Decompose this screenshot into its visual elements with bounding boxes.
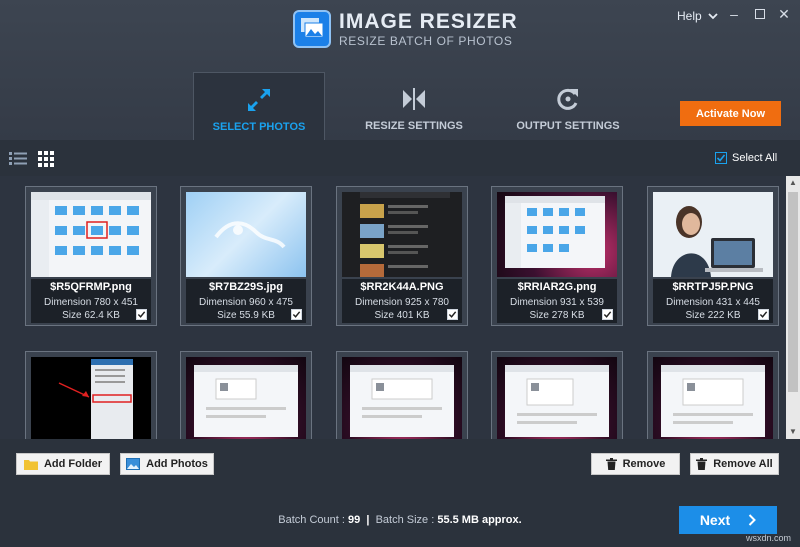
app-subtitle: RESIZE BATCH OF PHOTOS (339, 34, 513, 48)
resize-arrows-icon (403, 88, 425, 110)
chevron-right-icon (748, 514, 757, 526)
expand-arrows-icon (248, 89, 270, 111)
photo-dimension: Dimension 931 x 539 (510, 297, 604, 308)
photo-thumbnail (31, 192, 151, 277)
add-photos-label: Add Photos (146, 458, 208, 470)
photo-thumbnail (342, 192, 462, 277)
photo-dimension: Dimension 960 x 475 (199, 297, 293, 308)
refresh-settings-icon (557, 88, 578, 110)
help-menu[interactable]: Help (677, 9, 718, 23)
photo-dimension: Dimension 925 x 780 (355, 297, 449, 308)
maximize-icon[interactable] (750, 6, 770, 22)
activate-now-button[interactable]: Activate Now (680, 101, 781, 126)
view-toolbar (0, 140, 800, 176)
add-folder-button[interactable]: Add Folder (16, 453, 110, 475)
list-view-icon[interactable] (9, 152, 27, 165)
app-title: IMAGE RESIZER (339, 10, 518, 33)
photo-checkbox[interactable] (136, 309, 147, 320)
photo-filename: $RRIAR2G.png (517, 281, 597, 293)
photo-size: Size 222 KB (685, 310, 741, 321)
photo-thumbnail (497, 357, 617, 439)
photo-card[interactable] (25, 351, 157, 439)
scroll-down-icon[interactable]: ▼ (786, 425, 800, 439)
photo-caption: $R5QFRMP.png Dimension 780 x 451 Size 62… (31, 279, 151, 323)
remove-all-button[interactable]: Remove All (690, 453, 779, 475)
next-label: Next (699, 512, 731, 528)
batch-size-value: 55.5 MB approx. (437, 514, 522, 526)
add-photos-button[interactable]: Add Photos (120, 453, 214, 475)
batch-size-label: Batch Size : (375, 514, 435, 526)
photo-caption: $RR2K44A.PNG Dimension 925 x 780 Size 40… (342, 279, 462, 323)
photo-card[interactable]: $RRTPJ5P.PNG Dimension 431 x 445 Size 22… (647, 186, 779, 326)
scrollbar-thumb[interactable] (788, 192, 798, 392)
batch-count-label: Batch Count : (278, 514, 345, 526)
trash-icon (696, 458, 708, 470)
photo-card[interactable] (336, 351, 468, 439)
gallery-scrollbar[interactable]: ▲ ▼ (786, 176, 800, 439)
scroll-up-icon[interactable]: ▲ (786, 176, 800, 190)
photo-thumbnail (186, 192, 306, 277)
trash-icon (605, 458, 617, 470)
photo-caption: $R7BZ29S.jpg Dimension 960 x 475 Size 55… (186, 279, 306, 323)
help-label: Help (677, 9, 702, 23)
photo-thumbnail (186, 357, 306, 439)
photo-size: Size 278 KB (529, 310, 585, 321)
tab-label: SELECT PHOTOS (212, 121, 306, 133)
tab-label: RESIZE SETTINGS (365, 120, 463, 132)
photo-caption: $RRIAR2G.png Dimension 931 x 539 Size 27… (497, 279, 617, 323)
photo-size: Size 62.4 KB (62, 310, 120, 321)
watermark: wsxdn.com (746, 533, 792, 543)
minimize-icon[interactable]: – (724, 6, 744, 22)
tab-select-photos[interactable]: SELECT PHOTOS (193, 72, 325, 140)
photo-size: Size 401 KB (374, 310, 430, 321)
photo-thumbnail (653, 357, 773, 439)
photo-checkbox[interactable] (758, 309, 769, 320)
photo-thumbnail (342, 357, 462, 439)
add-folder-label: Add Folder (43, 458, 103, 470)
photo-filename: $R7BZ29S.jpg (209, 281, 283, 293)
folder-icon (23, 459, 38, 470)
photo-card[interactable] (647, 351, 779, 439)
checkbox-checked-icon (715, 152, 727, 164)
header: IMAGE RESIZER RESIZE BATCH OF PHOTOS Hel… (0, 0, 800, 140)
photo-caption: $RRTPJ5P.PNG Dimension 431 x 445 Size 22… (653, 279, 773, 323)
photo-gallery: $R5QFRMP.png Dimension 780 x 451 Size 62… (0, 176, 786, 439)
photo-filename: $RR2K44A.PNG (360, 281, 444, 293)
photo-checkbox[interactable] (447, 309, 458, 320)
remove-label: Remove (622, 458, 666, 470)
photo-card[interactable] (180, 351, 312, 439)
remove-all-label: Remove All (713, 458, 773, 470)
photo-filename: $RRTPJ5P.PNG (672, 281, 754, 293)
close-icon[interactable]: ✕ (774, 6, 794, 23)
batch-count-value: 99 (348, 514, 361, 526)
photo-card[interactable]: $RRIAR2G.png Dimension 931 x 539 Size 27… (491, 186, 623, 326)
tab-label: OUTPUT SETTINGS (516, 120, 620, 132)
image-icon (126, 458, 141, 470)
photo-checkbox[interactable] (602, 309, 613, 320)
photo-filename: $R5QFRMP.png (50, 281, 132, 293)
photo-card[interactable] (491, 351, 623, 439)
chevron-down-icon (708, 12, 718, 19)
select-all-checkbox[interactable]: Select All (715, 152, 777, 164)
next-button[interactable]: Next (679, 506, 777, 534)
photo-thumbnail (497, 192, 617, 277)
photo-card[interactable]: $R5QFRMP.png Dimension 780 x 451 Size 62… (25, 186, 157, 326)
remove-button[interactable]: Remove (591, 453, 680, 475)
photo-size: Size 55.9 KB (217, 310, 275, 321)
tab-resize-settings[interactable]: RESIZE SETTINGS (348, 72, 480, 140)
photo-dimension: Dimension 431 x 445 (666, 297, 760, 308)
photo-card[interactable]: $RR2K44A.PNG Dimension 925 x 780 Size 40… (336, 186, 468, 326)
photo-dimension: Dimension 780 x 451 (44, 297, 138, 308)
photo-card[interactable]: $R7BZ29S.jpg Dimension 960 x 475 Size 55… (180, 186, 312, 326)
photo-thumbnail (31, 357, 151, 439)
app-logo (293, 10, 331, 48)
photo-thumbnail (653, 192, 773, 277)
select-all-label: Select All (732, 152, 778, 164)
photo-checkbox[interactable] (291, 309, 302, 320)
grid-view-icon[interactable] (38, 151, 54, 167)
tab-output-settings[interactable]: OUTPUT SETTINGS (502, 72, 634, 140)
status-separator: | (366, 514, 370, 526)
